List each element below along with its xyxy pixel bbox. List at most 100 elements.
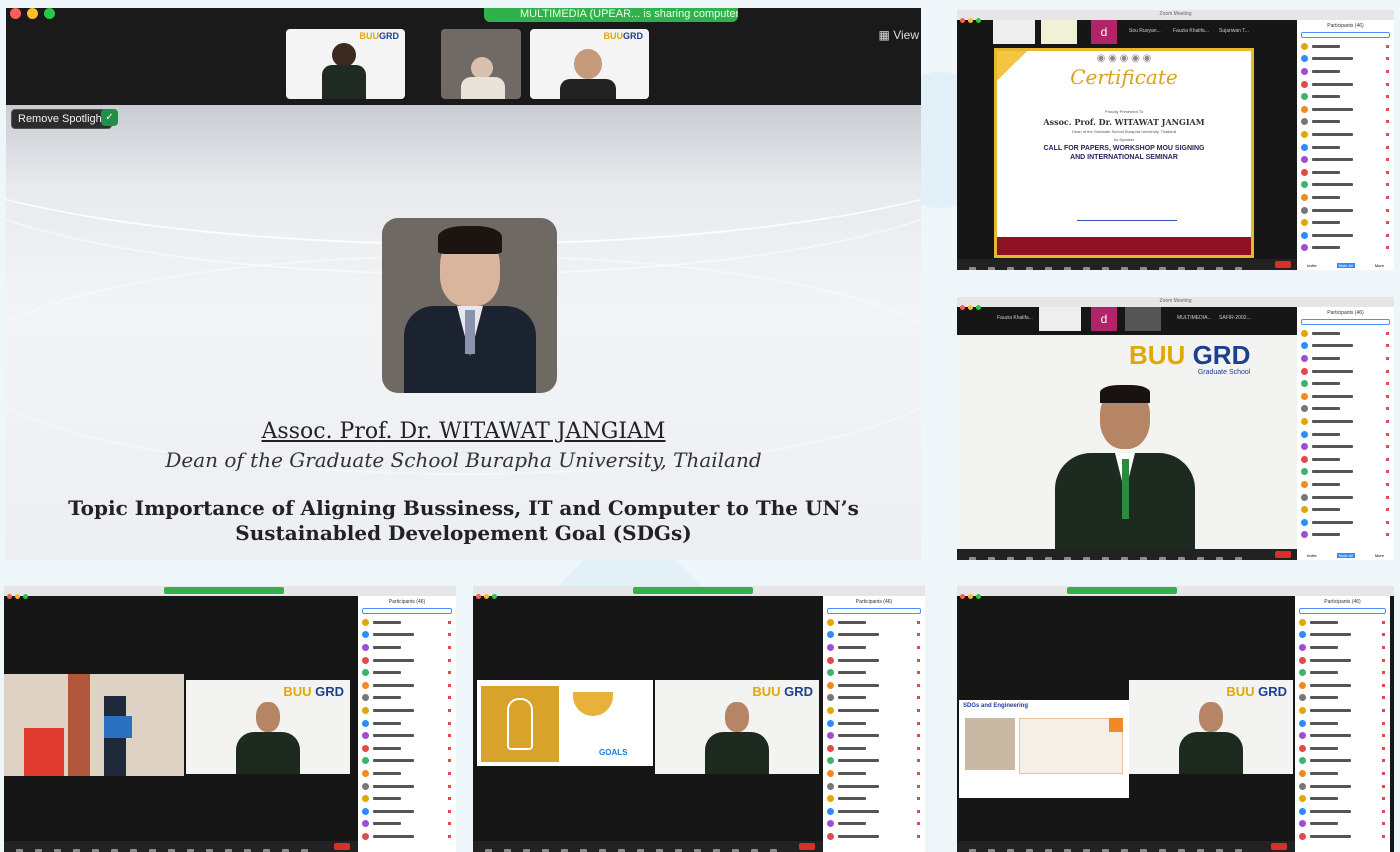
close-window-button[interactable] bbox=[960, 594, 965, 599]
participant-row[interactable] bbox=[823, 692, 925, 705]
participant-row[interactable] bbox=[1295, 818, 1390, 831]
mute-all-button[interactable]: Mute All bbox=[1336, 263, 1355, 268]
participant-row[interactable] bbox=[358, 792, 456, 805]
participant-row[interactable] bbox=[358, 729, 456, 742]
participant-row[interactable] bbox=[358, 616, 456, 629]
participant-row[interactable] bbox=[1297, 128, 1394, 141]
participant-row[interactable] bbox=[358, 818, 456, 831]
participant-row[interactable] bbox=[1295, 704, 1390, 717]
leave-button[interactable] bbox=[1275, 551, 1291, 558]
participant-row[interactable] bbox=[823, 767, 925, 780]
video-tile[interactable]: BUUGRD bbox=[530, 29, 649, 99]
leave-button[interactable] bbox=[1275, 261, 1291, 268]
video-tile[interactable] bbox=[1041, 20, 1077, 44]
toolbar-icon[interactable] bbox=[1178, 267, 1185, 270]
maximize-window-button[interactable] bbox=[976, 305, 981, 310]
participant-row[interactable] bbox=[1297, 216, 1394, 229]
participant-row[interactable] bbox=[1297, 466, 1394, 479]
participant-row[interactable] bbox=[358, 755, 456, 768]
more-button[interactable]: More bbox=[1375, 553, 1384, 558]
view-button[interactable]: ▦ View bbox=[879, 28, 919, 42]
participant-row[interactable] bbox=[358, 830, 456, 843]
video-tile[interactable] bbox=[441, 29, 521, 99]
participant-row[interactable] bbox=[1295, 792, 1390, 805]
participant-row[interactable] bbox=[1295, 742, 1390, 755]
participant-row[interactable] bbox=[1295, 805, 1390, 818]
participant-row[interactable] bbox=[823, 742, 925, 755]
participant-row[interactable] bbox=[1295, 717, 1390, 730]
toolbar-icon[interactable] bbox=[1083, 267, 1090, 270]
video-tile[interactable] bbox=[1125, 307, 1161, 331]
participant-row[interactable] bbox=[358, 767, 456, 780]
participant-row[interactable] bbox=[1297, 204, 1394, 217]
participant-row[interactable] bbox=[1297, 40, 1394, 53]
participants-search-input[interactable] bbox=[1301, 319, 1390, 325]
shield-icon[interactable]: ✓ bbox=[101, 109, 118, 126]
minimize-window-button[interactable] bbox=[27, 8, 38, 19]
toolbar-icon[interactable] bbox=[1216, 557, 1223, 560]
maximize-window-button[interactable] bbox=[976, 594, 981, 599]
toolbar-icon[interactable] bbox=[1121, 267, 1128, 270]
participant-row[interactable] bbox=[358, 742, 456, 755]
toolbar-icon[interactable] bbox=[1140, 267, 1147, 270]
participant-row[interactable] bbox=[1295, 729, 1390, 742]
participant-row[interactable] bbox=[358, 629, 456, 642]
close-window-button[interactable] bbox=[7, 594, 12, 599]
participant-row[interactable] bbox=[358, 717, 456, 730]
participant-row[interactable] bbox=[1297, 440, 1394, 453]
toolbar-icon[interactable] bbox=[1235, 267, 1242, 270]
participant-row[interactable] bbox=[1297, 491, 1394, 504]
close-window-button[interactable] bbox=[10, 8, 21, 19]
avatar-tile[interactable]: d bbox=[1091, 307, 1117, 331]
toolbar-icon[interactable] bbox=[1064, 267, 1071, 270]
toolbar-icon[interactable] bbox=[1026, 267, 1033, 270]
participant-row[interactable] bbox=[1297, 141, 1394, 154]
participant-row[interactable] bbox=[1295, 692, 1390, 705]
participant-row[interactable] bbox=[1297, 352, 1394, 365]
toolbar-icon[interactable] bbox=[1178, 557, 1185, 560]
participant-row[interactable] bbox=[823, 654, 925, 667]
toolbar-icon[interactable] bbox=[1045, 267, 1052, 270]
participant-row[interactable] bbox=[1297, 340, 1394, 353]
participant-row[interactable] bbox=[823, 755, 925, 768]
toolbar-icon[interactable] bbox=[1216, 267, 1223, 270]
toolbar-icon[interactable] bbox=[1197, 557, 1204, 560]
participant-row[interactable] bbox=[1297, 478, 1394, 491]
video-tile[interactable] bbox=[1039, 307, 1081, 331]
participant-row[interactable] bbox=[1297, 78, 1394, 91]
participant-row[interactable] bbox=[1297, 103, 1394, 116]
maximize-window-button[interactable] bbox=[976, 18, 981, 23]
participant-row[interactable] bbox=[1295, 616, 1390, 629]
participant-row[interactable] bbox=[1297, 503, 1394, 516]
avatar-tile[interactable]: d bbox=[1091, 20, 1117, 44]
maximize-window-button[interactable] bbox=[23, 594, 28, 599]
participant-row[interactable] bbox=[1295, 641, 1390, 654]
toolbar-icon[interactable] bbox=[1007, 557, 1014, 560]
participant-row[interactable] bbox=[1297, 453, 1394, 466]
participant-row[interactable] bbox=[823, 616, 925, 629]
participant-row[interactable] bbox=[823, 818, 925, 831]
participant-row[interactable] bbox=[1297, 229, 1394, 242]
toolbar-icon[interactable] bbox=[1102, 267, 1109, 270]
participant-row[interactable] bbox=[1295, 629, 1390, 642]
participants-search-input[interactable] bbox=[827, 608, 921, 614]
participant-row[interactable] bbox=[358, 654, 456, 667]
participant-row[interactable] bbox=[1297, 191, 1394, 204]
participants-search-input[interactable] bbox=[1301, 32, 1390, 38]
participant-row[interactable] bbox=[823, 704, 925, 717]
participant-row[interactable] bbox=[1297, 166, 1394, 179]
toolbar-icon[interactable] bbox=[1083, 557, 1090, 560]
participant-row[interactable] bbox=[823, 666, 925, 679]
participant-row[interactable] bbox=[823, 805, 925, 818]
toolbar-icon[interactable] bbox=[1007, 267, 1014, 270]
participant-row[interactable] bbox=[358, 805, 456, 818]
participant-row[interactable] bbox=[1297, 179, 1394, 192]
minimize-window-button[interactable] bbox=[484, 594, 489, 599]
toolbar-icon[interactable] bbox=[1159, 557, 1166, 560]
video-tile[interactable] bbox=[993, 20, 1035, 44]
participant-row[interactable] bbox=[1297, 153, 1394, 166]
toolbar-icon[interactable] bbox=[988, 557, 995, 560]
participants-search-input[interactable] bbox=[362, 608, 452, 614]
toolbar-icon[interactable] bbox=[1026, 557, 1033, 560]
participant-row[interactable] bbox=[1297, 415, 1394, 428]
